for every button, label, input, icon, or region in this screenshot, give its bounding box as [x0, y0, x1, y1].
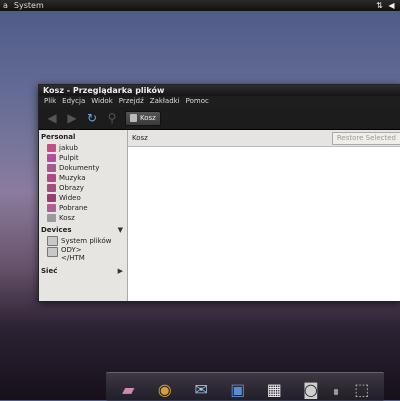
browser-app-icon[interactable]: ◉: [152, 377, 178, 401]
sidebar: Personal jakub Pulpit Dokumenty Muzyka O…: [39, 130, 128, 301]
restore-selected-button[interactable]: Restore Selected: [331, 131, 400, 145]
expand-arrow-icon[interactable]: ▼: [118, 226, 123, 234]
file-list-area[interactable]: [128, 147, 400, 301]
devices-section-header[interactable]: Devices ▼: [39, 225, 127, 236]
forward-arrow-icon[interactable]: ▶: [65, 111, 79, 125]
menu-edit[interactable]: Edycja: [59, 96, 88, 107]
sidebar-item-filesystem[interactable]: System plików: [39, 236, 127, 246]
sidebar-item-label: Pulpit: [59, 154, 79, 162]
sidebar-item-label: Dokumenty: [59, 164, 100, 172]
trash-header-title: Kosz: [132, 134, 148, 142]
menu-help[interactable]: Pomoc: [183, 96, 212, 107]
sidebar-item-wideo[interactable]: Wideo: [39, 193, 127, 203]
applications-menu[interactable]: a: [0, 0, 11, 11]
sidebar-item-label: Kosz: [59, 214, 75, 222]
trash-header-bar: Kosz Restore Selected: [128, 130, 400, 147]
video-app-icon[interactable]: ▦: [261, 377, 287, 401]
sidebar-item-label: ODY> </HTM: [61, 246, 85, 262]
sidebar-item-pulpit[interactable]: Pulpit: [39, 153, 127, 163]
network-section-title: Sieć: [41, 267, 58, 275]
sidebar-item-jakub[interactable]: jakub: [39, 143, 127, 153]
window-title[interactable]: Kosz - Przeglądarka plików: [39, 85, 400, 96]
sidebar-item-label: Pobrane: [59, 204, 88, 212]
sidebar-item-label: System plików: [61, 237, 112, 245]
location-breadcrumb[interactable]: Kosz: [125, 110, 161, 126]
drive-icon: [47, 247, 58, 257]
chat-app-icon[interactable]: ✉: [188, 377, 214, 401]
speaker-app-icon[interactable]: ◙: [298, 377, 324, 401]
documents-folder-icon: [47, 164, 56, 172]
toolbar: ◀ ▶ ↻ ⚲ Kosz: [39, 107, 400, 130]
folder-app-icon[interactable]: ▰: [115, 377, 141, 401]
back-arrow-icon[interactable]: ◀: [45, 111, 59, 125]
home-folder-icon: [47, 144, 56, 152]
menu-view[interactable]: Widok: [88, 96, 116, 107]
sidebar-item-pobrane[interactable]: Pobrane: [39, 203, 127, 213]
desktop-folder-icon: [47, 154, 56, 162]
dock-separator: [334, 389, 339, 395]
personal-section-title: Personal: [41, 133, 76, 141]
sidebar-item-obrazy[interactable]: Obrazy: [39, 183, 127, 193]
file-manager-window: Kosz - Przeglądarka plików Plik Edycja W…: [38, 84, 400, 302]
downloads-folder-icon: [47, 204, 56, 212]
dock: ▰ ◉ ✉ ▣ ▦ ◙ ⬚: [106, 372, 384, 401]
system-tray: ⇅ ◀: [375, 0, 396, 11]
collapsed-arrow-icon[interactable]: ▶: [118, 267, 123, 275]
volume-icon[interactable]: ◀: [387, 1, 396, 10]
menu-file[interactable]: Plik: [41, 96, 59, 107]
main-pane: Kosz Restore Selected: [128, 130, 400, 301]
menubar: Plik Edycja Widok Przejdź Zakładki Pomoc: [39, 96, 400, 107]
content-area: Personal jakub Pulpit Dokumenty Muzyka O…: [39, 130, 400, 301]
music-folder-icon: [47, 174, 56, 182]
network-section-header[interactable]: Sieć ▶: [39, 266, 127, 277]
sidebar-item-label: Obrazy: [59, 184, 84, 192]
sidebar-item-dokumenty[interactable]: Dokumenty: [39, 163, 127, 173]
network-icon[interactable]: ⇅: [375, 1, 384, 10]
sidebar-item-label: Wideo: [59, 194, 81, 202]
photos-app-icon[interactable]: ▣: [225, 377, 251, 401]
personal-section-header[interactable]: Personal: [39, 132, 127, 143]
sidebar-item-label: jakub: [59, 144, 78, 152]
search-icon[interactable]: ⚲: [105, 111, 119, 125]
drive-icon: [47, 236, 58, 246]
sidebar-item-muzyka[interactable]: Muzyka: [39, 173, 127, 183]
sidebar-item-label: Muzyka: [59, 174, 86, 182]
trash-icon: [47, 214, 56, 222]
pictures-folder-icon: [47, 184, 56, 192]
system-menu[interactable]: System: [11, 0, 47, 11]
menu-bookmarks[interactable]: Zakładki: [147, 96, 183, 107]
reload-icon[interactable]: ↻: [85, 111, 99, 125]
breadcrumb-label: Kosz: [140, 114, 156, 122]
top-panel: a System ⇅ ◀: [0, 0, 400, 11]
trash-app-icon[interactable]: ⬚: [349, 377, 375, 401]
sidebar-item-kosz[interactable]: Kosz: [39, 213, 127, 223]
trash-icon: [130, 114, 137, 122]
video-folder-icon: [47, 194, 56, 202]
menu-go[interactable]: Przejdź: [116, 96, 147, 107]
sidebar-item-ody-drive[interactable]: ODY> </HTM: [39, 246, 127, 262]
devices-section-title: Devices: [41, 226, 72, 234]
